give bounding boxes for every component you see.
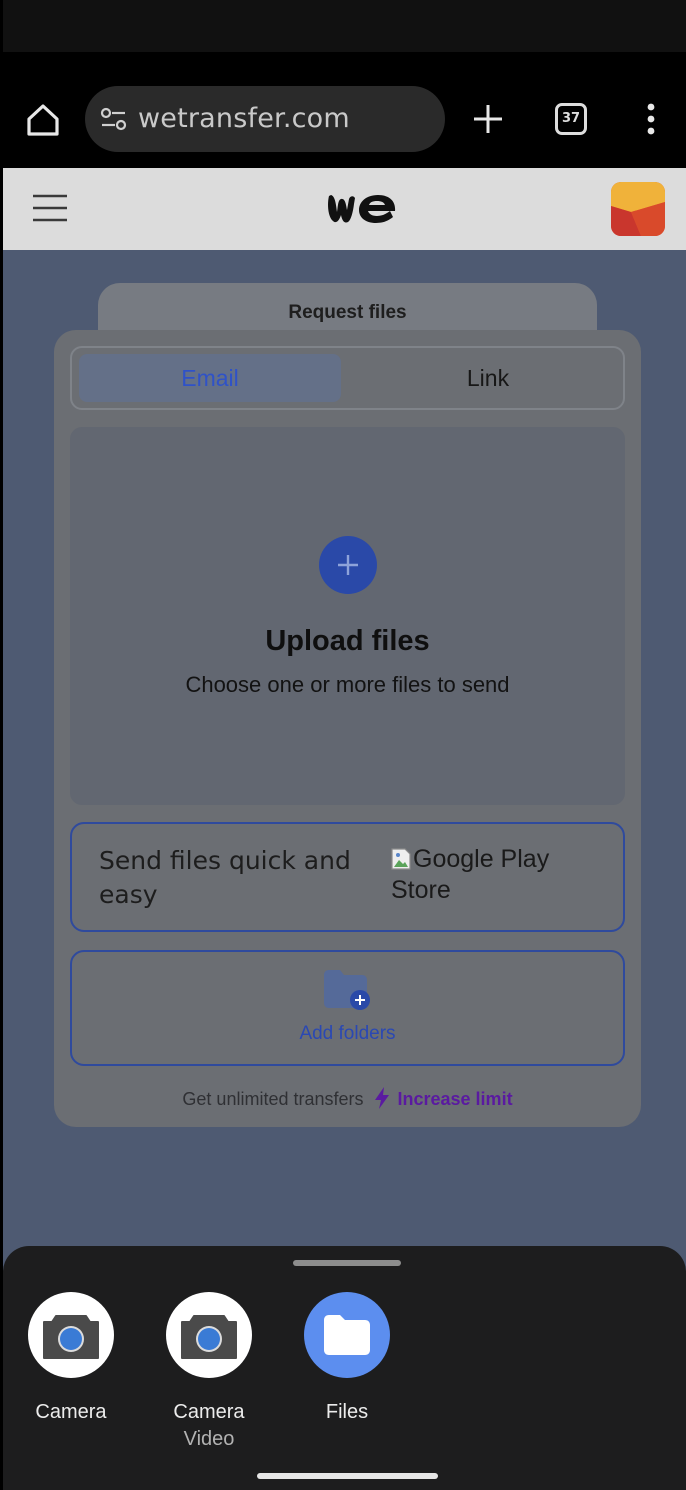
- increase-limit-link[interactable]: Increase limit: [398, 1089, 513, 1109]
- url-text[interactable]: wetransfer.com: [138, 103, 350, 134]
- new-tab-icon[interactable]: [471, 102, 505, 136]
- google-play-badge[interactable]: Google Play Store: [391, 844, 606, 906]
- add-folders-button[interactable]: Add folders: [70, 950, 625, 1066]
- app-label: Camera: [173, 1401, 245, 1423]
- gesture-nav-bar[interactable]: [257, 1473, 438, 1479]
- lightning-icon: [374, 1087, 389, 1109]
- status-bar: [3, 0, 686, 52]
- home-icon[interactable]: [23, 100, 63, 140]
- site-settings-icon[interactable]: [99, 105, 129, 133]
- recipient-mode-toggle: Email Link: [70, 346, 625, 410]
- app-label: Files: [325, 1401, 369, 1423]
- unlimited-text: Get unlimited transfers: [182, 1089, 364, 1109]
- avatar[interactable]: [611, 182, 665, 236]
- browser-toolbar: wetransfer.com 37: [3, 52, 686, 168]
- hamburger-menu-icon[interactable]: [31, 190, 69, 226]
- file-chooser-sheet: Camera Camera Video Files: [3, 1246, 686, 1490]
- promo-text: Send files quick and easy: [99, 846, 351, 909]
- files-folder-icon[interactable]: [304, 1292, 390, 1378]
- app-promo-banner[interactable]: Send files quick and easy Google Play St…: [70, 822, 625, 932]
- broken-image-icon: [391, 848, 411, 870]
- add-folders-label: Add folders: [299, 1023, 396, 1044]
- folder-add-icon: [324, 970, 370, 1010]
- address-bar[interactable]: wetransfer.com: [85, 86, 445, 152]
- tab-switcher-button[interactable]: 37: [555, 103, 587, 135]
- wetransfer-logo-icon[interactable]: [326, 190, 398, 226]
- camera-icon[interactable]: [166, 1292, 252, 1378]
- screen: wetransfer.com 37 Request files Email Li…: [3, 0, 686, 1490]
- camera-icon[interactable]: [28, 1292, 114, 1378]
- tab-email[interactable]: Email: [79, 354, 341, 402]
- request-files-label: Request files: [288, 302, 407, 323]
- app-label: Camera: [35, 1401, 107, 1423]
- add-files-button[interactable]: [319, 536, 377, 594]
- google-play-alt-text: Google Play Store: [391, 845, 550, 904]
- upload-subtitle: Choose one or more files to send: [185, 672, 510, 697]
- more-options-icon[interactable]: [641, 102, 661, 136]
- upload-title: Upload files: [265, 625, 430, 657]
- app-sublabel: Video: [183, 1428, 235, 1450]
- transfer-card: Email Link Upload files Choose one or mo…: [54, 330, 641, 1127]
- sheet-drag-handle[interactable]: [293, 1260, 401, 1266]
- tab-link[interactable]: Link: [357, 354, 619, 402]
- site-header: [3, 168, 686, 250]
- plus-icon: [338, 555, 358, 575]
- upload-dropzone[interactable]: Upload files Choose one or more files to…: [70, 427, 625, 805]
- limit-row: Get unlimited transfers Increase limit: [54, 1086, 641, 1110]
